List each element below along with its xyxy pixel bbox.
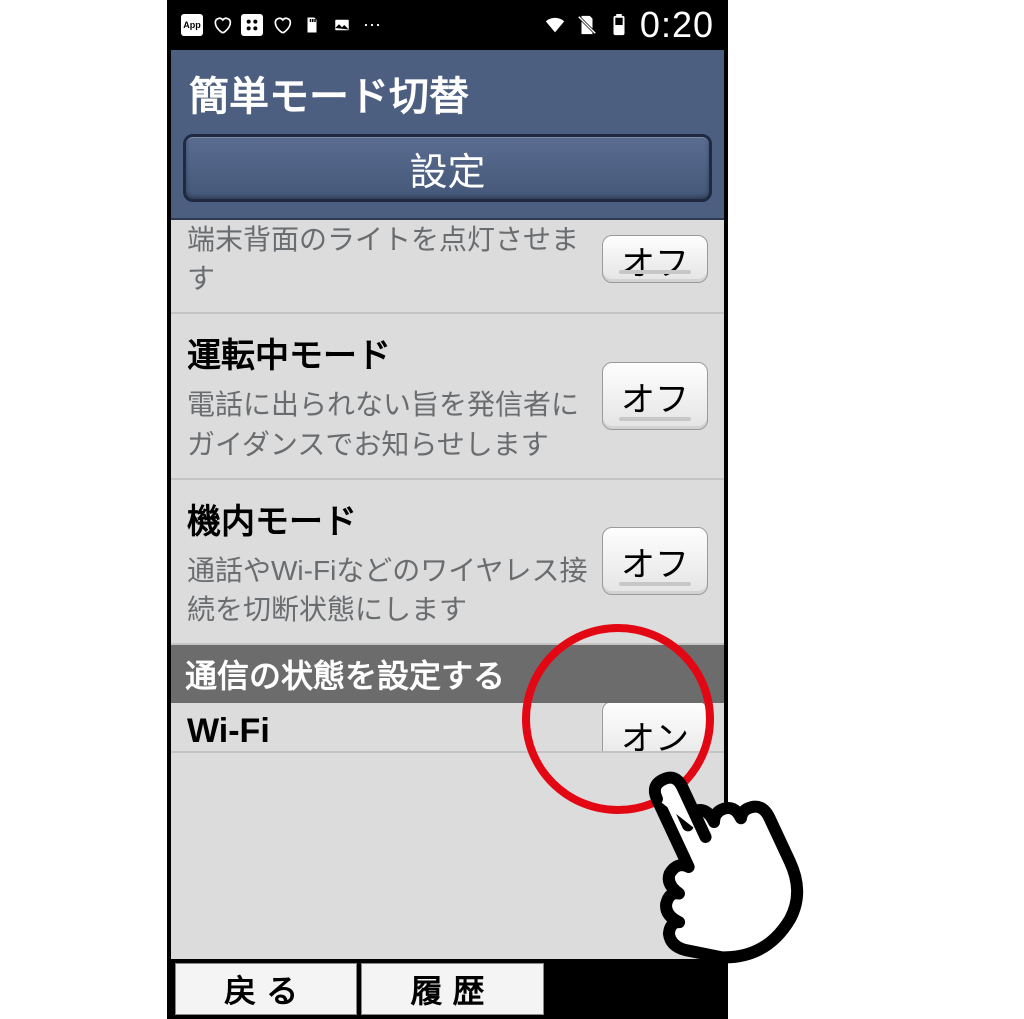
image-icon — [331, 14, 353, 36]
row-airplane-mode[interactable]: 機内モード 通話やWi-Fiなどのワイヤレス接続を切断状態にします オフ — [171, 480, 724, 645]
wifi-icon — [544, 14, 566, 36]
status-icons-right: 0:20 — [544, 4, 714, 46]
app-icon: App — [181, 14, 203, 36]
heart-icon — [211, 14, 233, 36]
grid-icon — [241, 14, 263, 36]
status-bar: App ⋯ — [171, 0, 724, 50]
row-airplane-toggle[interactable]: オフ — [602, 527, 708, 595]
settings-list: 端末背面のライトを点灯させます オフ 運転中モード 電話に出られない旨を発信者に… — [171, 220, 724, 753]
row-backlight-desc: 端末背面のライトを点灯させます — [187, 220, 590, 298]
row-wifi-title: Wi-Fi — [187, 712, 590, 751]
phone-frame: App ⋯ — [167, 0, 728, 1019]
row-backlight[interactable]: 端末背面のライトを点灯させます オフ — [171, 220, 724, 314]
section-communication: 通信の状態を設定する — [171, 645, 724, 703]
softkey-back[interactable]: 戻る — [175, 963, 357, 1015]
row-wifi[interactable]: Wi-Fi オン — [171, 703, 724, 753]
sd-card-icon — [301, 14, 323, 36]
heart-icon-2 — [271, 14, 293, 36]
softkey-history[interactable]: 履歴 — [361, 963, 543, 1015]
row-wifi-toggle[interactable]: オン — [602, 703, 708, 753]
row-driving-desc: 電話に出られない旨を発信者にガイダンスでお知らせします — [187, 385, 590, 463]
row-driving-toggle[interactable]: オフ — [602, 362, 708, 430]
softkey-spacer — [544, 959, 724, 1019]
no-sim-icon — [576, 14, 598, 36]
settings-button[interactable]: 設定 — [183, 134, 712, 202]
more-icon: ⋯ — [361, 14, 383, 36]
page-header: 簡単モード切替 設定 — [171, 50, 724, 220]
row-airplane-desc: 通話やWi-Fiなどのワイヤレス接続を切断状態にします — [187, 551, 590, 629]
status-clock: 0:20 — [640, 4, 714, 46]
page-title: 簡単モード切替 — [189, 64, 712, 122]
row-driving-mode[interactable]: 運転中モード 電話に出られない旨を発信者にガイダンスでお知らせします オフ — [171, 314, 724, 479]
row-driving-title: 運転中モード — [187, 328, 590, 377]
softkey-bar: 戻る 履歴 — [171, 959, 724, 1019]
row-backlight-toggle[interactable]: オフ — [602, 235, 708, 283]
battery-icon — [608, 14, 630, 36]
status-icons-left: App ⋯ — [181, 14, 383, 36]
row-airplane-title: 機内モード — [187, 494, 590, 543]
